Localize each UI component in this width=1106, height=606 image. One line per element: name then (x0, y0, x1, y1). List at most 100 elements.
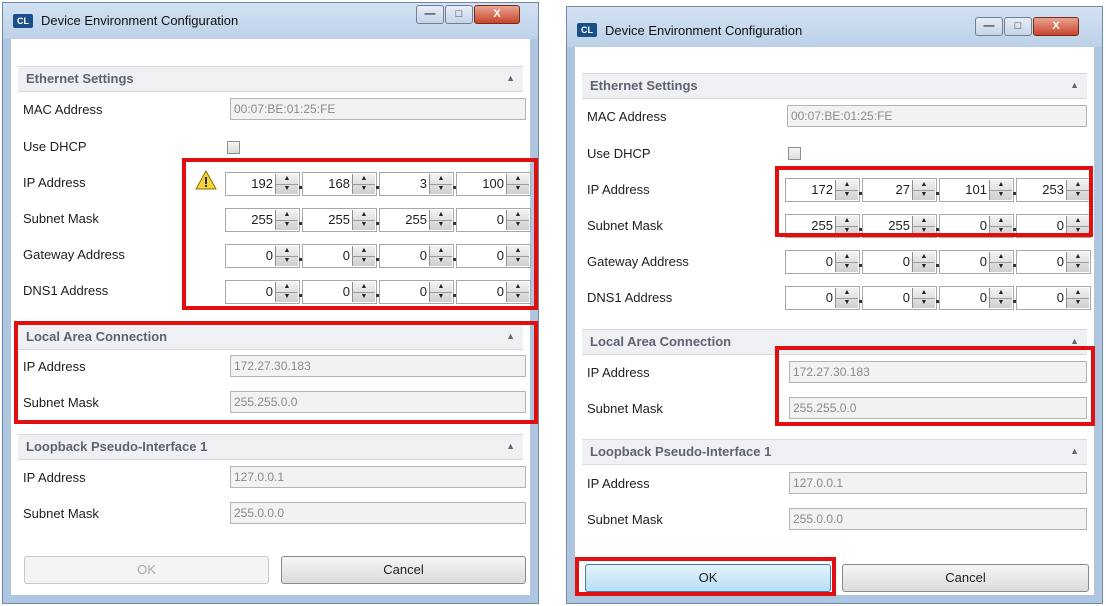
chevron-up-icon[interactable]: ▲ (1070, 446, 1079, 456)
spinner[interactable]: ▲ ▼ (506, 282, 529, 302)
spinner[interactable]: ▲ ▼ (989, 288, 1012, 308)
spinner[interactable]: ▲ ▼ (429, 210, 452, 230)
octet-field[interactable]: 0 ▲ ▼ (939, 250, 1014, 274)
spin-down-icon[interactable]: ▼ (1067, 190, 1089, 200)
title-bar[interactable]: CL Device Environment Configuration — □ … (567, 7, 1102, 47)
spin-down-icon[interactable]: ▼ (990, 298, 1012, 308)
spinner[interactable]: ▲ ▼ (989, 216, 1012, 236)
chevron-up-icon[interactable]: ▲ (1070, 336, 1079, 346)
octet-field[interactable]: 255 ▲ ▼ (862, 214, 937, 238)
octet-field[interactable]: 0 ▲ ▼ (785, 286, 860, 310)
spin-down-icon[interactable]: ▼ (507, 184, 529, 194)
spinner[interactable]: ▲ ▼ (429, 282, 452, 302)
octet-field[interactable]: 0 ▲ ▼ (225, 280, 300, 304)
octet-field[interactable]: 0 ▲ ▼ (1016, 286, 1091, 310)
spin-down-icon[interactable]: ▼ (507, 292, 529, 302)
octet-field[interactable]: 100 ▲ ▼ (456, 172, 531, 196)
spin-down-icon[interactable]: ▼ (353, 292, 375, 302)
octet-field[interactable]: 255 ▲ ▼ (785, 214, 860, 238)
spinner[interactable]: ▲ ▼ (1066, 180, 1089, 200)
maximize-button[interactable]: □ (1004, 17, 1032, 36)
spinner[interactable]: ▲ ▼ (429, 246, 452, 266)
spinner[interactable]: ▲ ▼ (835, 216, 858, 236)
octet-field[interactable]: 0 ▲ ▼ (302, 280, 377, 304)
ethernet-settings-header[interactable]: Ethernet Settings ▲ (582, 73, 1087, 99)
spin-down-icon[interactable]: ▼ (913, 226, 935, 236)
close-button[interactable]: X (474, 5, 520, 24)
maximize-button[interactable]: □ (445, 5, 473, 24)
spinner[interactable]: ▲ ▼ (506, 246, 529, 266)
spinner[interactable]: ▲ ▼ (275, 246, 298, 266)
close-button[interactable]: X (1033, 17, 1079, 36)
ethernet-settings-header[interactable]: Ethernet Settings ▲ (18, 66, 523, 92)
title-bar[interactable]: CL Device Environment Configuration — □ … (3, 3, 538, 39)
octet-field[interactable]: 0 ▲ ▼ (939, 286, 1014, 310)
local-area-connection-header[interactable]: Local Area Connection ▲ (582, 329, 1087, 355)
octet-field[interactable]: 0 ▲ ▼ (785, 250, 860, 274)
spinner[interactable]: ▲ ▼ (912, 180, 935, 200)
octet-field[interactable]: 255 ▲ ▼ (379, 208, 454, 232)
spin-down-icon[interactable]: ▼ (507, 220, 529, 230)
spinner[interactable]: ▲ ▼ (989, 180, 1012, 200)
spin-down-icon[interactable]: ▼ (276, 220, 298, 230)
octet-field[interactable]: 253 ▲ ▼ (1016, 178, 1091, 202)
chevron-up-icon[interactable]: ▲ (506, 441, 515, 451)
octet-field[interactable]: 255 ▲ ▼ (302, 208, 377, 232)
spin-down-icon[interactable]: ▼ (836, 226, 858, 236)
spinner[interactable]: ▲ ▼ (352, 282, 375, 302)
octet-field[interactable]: 27 ▲ ▼ (862, 178, 937, 202)
loopback-header[interactable]: Loopback Pseudo-Interface 1 ▲ (18, 434, 523, 460)
minimize-button[interactable]: — (975, 17, 1003, 36)
spinner[interactable]: ▲ ▼ (506, 210, 529, 230)
cancel-button[interactable]: Cancel (842, 564, 1089, 592)
spin-down-icon[interactable]: ▼ (836, 298, 858, 308)
spin-down-icon[interactable]: ▼ (913, 262, 935, 272)
spinner[interactable]: ▲ ▼ (352, 210, 375, 230)
spinner[interactable]: ▲ ▼ (275, 282, 298, 302)
spinner[interactable]: ▲ ▼ (912, 252, 935, 272)
chevron-up-icon[interactable]: ▲ (506, 331, 515, 341)
spin-down-icon[interactable]: ▼ (990, 190, 1012, 200)
octet-field[interactable]: 0 ▲ ▼ (302, 244, 377, 268)
octet-field[interactable]: 0 ▲ ▼ (1016, 214, 1091, 238)
octet-field[interactable]: 0 ▲ ▼ (939, 214, 1014, 238)
use-dhcp-checkbox[interactable] (227, 141, 240, 154)
spinner[interactable]: ▲ ▼ (912, 288, 935, 308)
octet-field[interactable]: 0 ▲ ▼ (225, 244, 300, 268)
octet-field[interactable]: 3 ▲ ▼ (379, 172, 454, 196)
spinner[interactable]: ▲ ▼ (352, 246, 375, 266)
spin-down-icon[interactable]: ▼ (913, 298, 935, 308)
spinner[interactable]: ▲ ▼ (275, 210, 298, 230)
spin-down-icon[interactable]: ▼ (990, 226, 1012, 236)
spin-down-icon[interactable]: ▼ (353, 184, 375, 194)
octet-field[interactable]: 192 ▲ ▼ (225, 172, 300, 196)
octet-field[interactable]: 0 ▲ ▼ (862, 286, 937, 310)
spinner[interactable]: ▲ ▼ (1066, 252, 1089, 272)
spinner[interactable]: ▲ ▼ (275, 174, 298, 194)
spin-down-icon[interactable]: ▼ (353, 220, 375, 230)
spinner[interactable]: ▲ ▼ (835, 288, 858, 308)
cancel-button[interactable]: Cancel (281, 556, 526, 584)
spinner[interactable]: ▲ ▼ (352, 174, 375, 194)
spin-down-icon[interactable]: ▼ (276, 184, 298, 194)
spinner[interactable]: ▲ ▼ (429, 174, 452, 194)
spin-down-icon[interactable]: ▼ (913, 190, 935, 200)
octet-field[interactable]: 0 ▲ ▼ (379, 280, 454, 304)
ok-button[interactable]: OK (585, 564, 831, 592)
spin-down-icon[interactable]: ▼ (836, 262, 858, 272)
spin-down-icon[interactable]: ▼ (507, 256, 529, 266)
octet-field[interactable]: 255 ▲ ▼ (225, 208, 300, 232)
spin-down-icon[interactable]: ▼ (430, 256, 452, 266)
spin-down-icon[interactable]: ▼ (430, 184, 452, 194)
spinner[interactable]: ▲ ▼ (1066, 288, 1089, 308)
spin-down-icon[interactable]: ▼ (1067, 298, 1089, 308)
spinner[interactable]: ▲ ▼ (912, 216, 935, 236)
spin-down-icon[interactable]: ▼ (430, 292, 452, 302)
chevron-up-icon[interactable]: ▲ (1070, 80, 1079, 90)
spinner[interactable]: ▲ ▼ (989, 252, 1012, 272)
loopback-header[interactable]: Loopback Pseudo-Interface 1 ▲ (582, 439, 1087, 465)
octet-field[interactable]: 0 ▲ ▼ (862, 250, 937, 274)
octet-field[interactable]: 168 ▲ ▼ (302, 172, 377, 196)
spin-down-icon[interactable]: ▼ (276, 256, 298, 266)
octet-field[interactable]: 0 ▲ ▼ (1016, 250, 1091, 274)
